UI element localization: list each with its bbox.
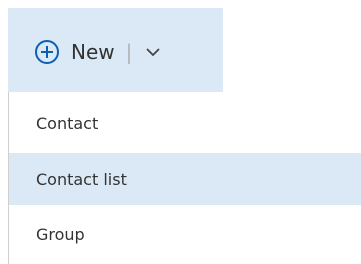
circle-plus-icon[interactable] — [34, 39, 60, 65]
new-dropdown-menu: Contact Contact list Group — [8, 92, 361, 264]
menu-item-label: Contact — [36, 113, 99, 133]
new-button[interactable]: New | — [8, 8, 223, 92]
menu-item-label: Contact list — [36, 169, 127, 189]
menu-item-contact[interactable]: Contact — [9, 97, 361, 149]
menu-item-label: Group — [36, 224, 85, 244]
new-button-label[interactable]: New — [71, 42, 115, 62]
button-separator: | — [125, 40, 133, 64]
menu-item-contact-list[interactable]: Contact list — [9, 153, 361, 205]
menu-item-group[interactable]: Group — [9, 208, 361, 260]
chevron-down-icon[interactable] — [144, 43, 162, 61]
page: New | Contact Contact list Group — [0, 0, 361, 264]
